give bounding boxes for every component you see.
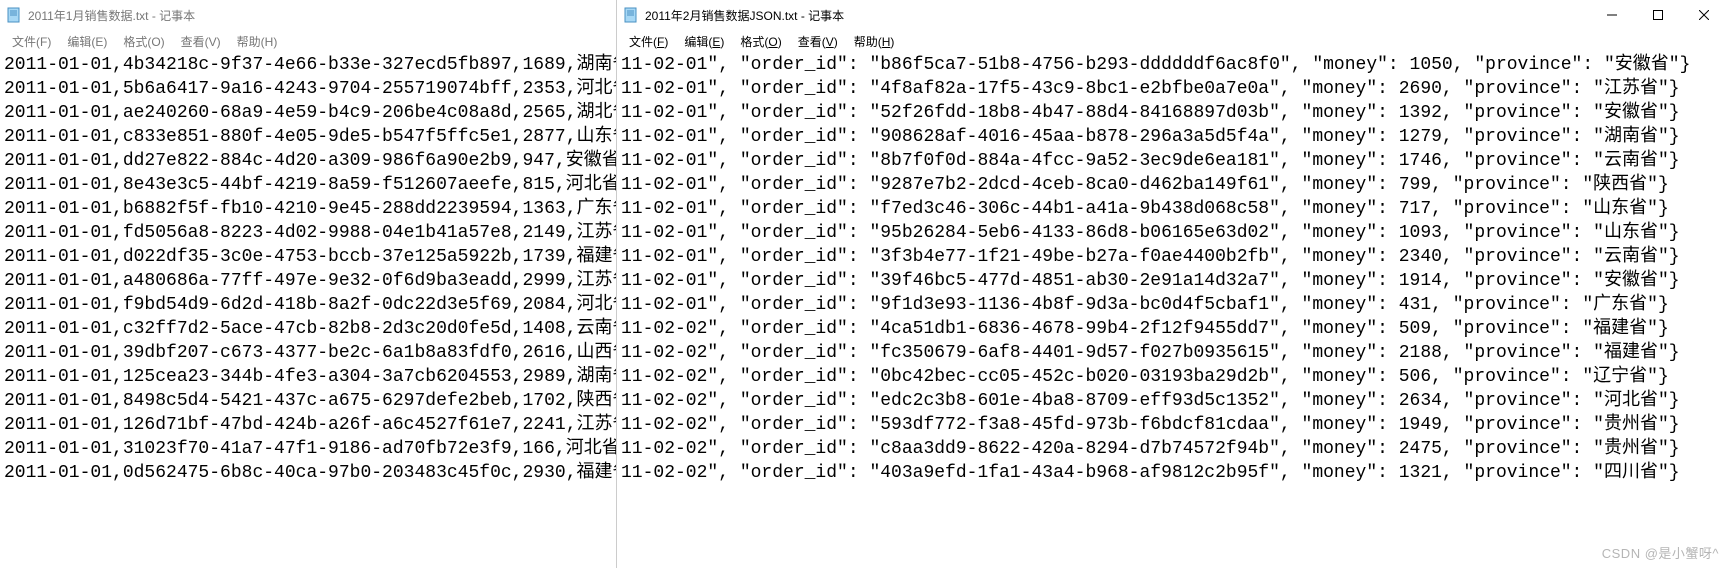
text-content-right[interactable]: 11-02-01", "order_id": "b86f5ca7-51b8-47… <box>617 52 1733 568</box>
menu-edit[interactable]: 编辑(E) <box>676 31 732 52</box>
menu-format[interactable]: 格式(O) <box>732 31 789 52</box>
notepad-window-right: 2011年2月销售数据JSON.txt - 记事本 文件(F) 编辑(E) 格式… <box>617 0 1733 568</box>
window-title-left: 2011年1月销售数据.txt - 记事本 <box>28 7 195 24</box>
menu-file[interactable]: 文件(F) <box>4 31 59 52</box>
menu-view[interactable]: 查看(V) <box>790 31 846 52</box>
menu-help[interactable]: 帮助(H) <box>846 31 903 52</box>
notepad-icon <box>623 7 639 23</box>
menu-view[interactable]: 查看(V) <box>173 31 229 52</box>
window-controls <box>1589 0 1727 30</box>
minimize-button[interactable] <box>1589 0 1635 30</box>
menu-help[interactable]: 帮助(H) <box>229 31 286 52</box>
close-button[interactable] <box>1681 0 1727 30</box>
notepad-icon <box>6 7 22 23</box>
menu-file[interactable]: 文件(F) <box>621 31 676 52</box>
window-title-right: 2011年2月销售数据JSON.txt - 记事本 <box>645 7 844 24</box>
menubar-right: 文件(F) 编辑(E) 格式(O) 查看(V) 帮助(H) <box>617 30 1733 52</box>
titlebar-right[interactable]: 2011年2月销售数据JSON.txt - 记事本 <box>617 0 1733 30</box>
text-content-left[interactable]: 2011-01-01,4b34218c-9f37-4e66-b33e-327ec… <box>0 52 616 568</box>
menubar-left: 文件(F) 编辑(E) 格式(O) 查看(V) 帮助(H) <box>0 30 616 52</box>
maximize-button[interactable] <box>1635 0 1681 30</box>
notepad-window-left: 2011年1月销售数据.txt - 记事本 文件(F) 编辑(E) 格式(O) … <box>0 0 617 568</box>
titlebar-left[interactable]: 2011年1月销售数据.txt - 记事本 <box>0 0 616 30</box>
menu-format[interactable]: 格式(O) <box>115 31 172 52</box>
menu-edit[interactable]: 编辑(E) <box>59 31 115 52</box>
